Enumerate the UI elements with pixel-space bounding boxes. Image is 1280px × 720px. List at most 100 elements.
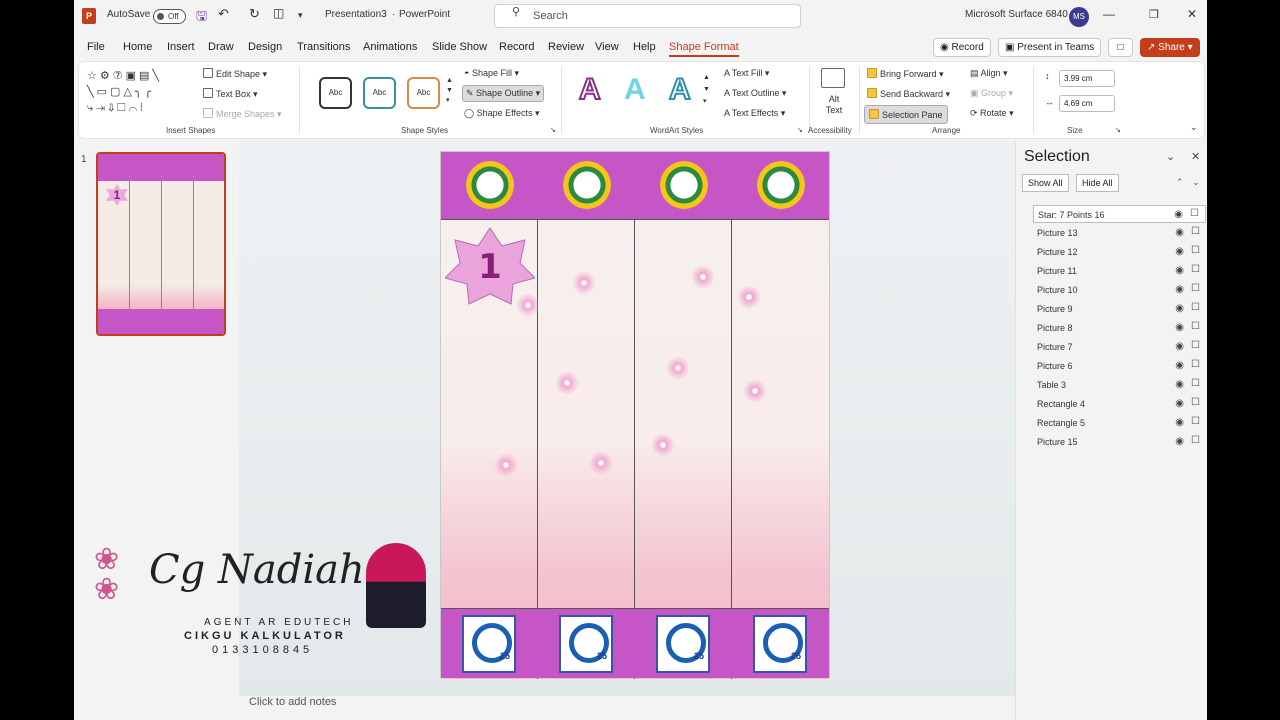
selection-item[interactable]: Picture 11 ◉ ☐	[1033, 262, 1206, 280]
unlock-icon[interactable]: ☐	[1191, 245, 1200, 256]
tab-design[interactable]: Design	[248, 41, 282, 53]
tab-shape-format[interactable]: Shape Format	[669, 41, 739, 57]
tab-home[interactable]: Home	[123, 41, 152, 53]
share-button[interactable]: ↗ Share ▾	[1140, 38, 1200, 57]
shape-outline-button[interactable]: ✎ Shape Outline ▾	[462, 85, 545, 102]
unlock-icon[interactable]: ☐	[1191, 321, 1200, 332]
slide-canvas[interactable]: 1	[440, 151, 830, 679]
autosave-toggle[interactable]: Off	[153, 9, 186, 24]
pane-options-chevron-icon[interactable]: ⌄	[1166, 150, 1175, 163]
selection-item[interactable]: Picture 13 ◉ ☐	[1033, 224, 1206, 242]
align-button[interactable]: ▤ Align ▾	[970, 68, 1008, 79]
wordart-launcher-icon[interactable]: ↘	[797, 126, 803, 134]
school-emblem-image[interactable]	[561, 157, 613, 213]
school-emblem-image[interactable]	[755, 157, 807, 213]
shape-style-1[interactable]: Abc	[319, 77, 352, 109]
unlock-icon[interactable]: ☐	[1191, 226, 1200, 237]
selection-item[interactable]: Rectangle 5 ◉ ☐	[1033, 414, 1206, 432]
undo-icon[interactable]: ↶	[218, 6, 229, 22]
alt-text-button[interactable]: Alt Text	[821, 94, 847, 116]
visibility-eye-icon[interactable]: ◉	[1175, 436, 1184, 447]
bring-forward-arrow-icon[interactable]: ⌃	[1176, 177, 1184, 188]
unlock-icon[interactable]: ☐	[1191, 416, 1200, 427]
selection-item[interactable]: Picture 8 ◉ ☐	[1033, 319, 1206, 337]
search-input[interactable]: Search	[494, 4, 801, 28]
unlock-icon[interactable]: ☐	[1190, 208, 1199, 219]
shape-fill-button[interactable]: ◓ Shape Fill ▾	[464, 68, 519, 79]
shape-width-input[interactable]: 4.69 cm	[1059, 95, 1115, 112]
tab-view[interactable]: View	[595, 41, 619, 53]
program-logo-image[interactable]	[753, 615, 807, 673]
visibility-eye-icon[interactable]: ◉	[1174, 209, 1183, 220]
unlock-icon[interactable]: ☐	[1191, 359, 1200, 370]
slide-thumbnail[interactable]: 1	[96, 152, 226, 336]
visibility-eye-icon[interactable]: ◉	[1175, 265, 1184, 276]
selection-item[interactable]: Picture 10 ◉ ☐	[1033, 281, 1206, 299]
minimize-icon[interactable]: —	[1103, 7, 1115, 21]
table-column-4[interactable]	[732, 152, 829, 679]
selection-item[interactable]: Picture 7 ◉ ☐	[1033, 338, 1206, 356]
present-in-teams-button[interactable]: ▣ Present in Teams	[998, 38, 1102, 57]
wordart-style-1[interactable]: A	[578, 73, 602, 107]
text-effects-button[interactable]: A Text Effects ▾	[724, 108, 785, 119]
hide-all-button[interactable]: Hide All	[1076, 174, 1119, 192]
edit-shape-button[interactable]: Edit Shape ▾	[203, 68, 267, 80]
unlock-icon[interactable]: ☐	[1191, 435, 1200, 446]
visibility-eye-icon[interactable]: ◉	[1175, 322, 1184, 333]
tab-review[interactable]: Review	[548, 41, 584, 53]
unlock-icon[interactable]: ☐	[1191, 340, 1200, 351]
unlock-icon[interactable]: ☐	[1191, 283, 1200, 294]
selection-item[interactable]: Picture 9 ◉ ☐	[1033, 300, 1206, 318]
shape-style-3[interactable]: Abc	[407, 77, 440, 109]
unlock-icon[interactable]: ☐	[1191, 264, 1200, 275]
merge-shapes-button[interactable]: Merge Shapes ▾	[203, 108, 282, 120]
shape-styles-scroll[interactable]: ▲ ▼ ▾	[446, 76, 453, 106]
visibility-eye-icon[interactable]: ◉	[1175, 227, 1184, 238]
collapse-ribbon-icon[interactable]: ⌄	[1190, 122, 1198, 133]
selection-item[interactable]: Picture 12 ◉ ☐	[1033, 243, 1206, 261]
wordart-style-3[interactable]: A	[668, 73, 692, 107]
selection-pane-button[interactable]: Selection Pane	[864, 105, 948, 124]
redo-icon[interactable]: ↻	[249, 6, 260, 22]
comments-button[interactable]: □	[1108, 38, 1133, 57]
tab-record[interactable]: Record	[499, 41, 534, 53]
selection-item[interactable]: Rectangle 4 ◉ ☐	[1033, 395, 1206, 413]
visibility-eye-icon[interactable]: ◉	[1175, 398, 1184, 409]
tab-draw[interactable]: Draw	[208, 41, 234, 53]
save-icon[interactable]: 🖫	[196, 7, 207, 29]
tab-file[interactable]: File	[87, 41, 105, 53]
tab-help[interactable]: Help	[633, 41, 656, 53]
visibility-eye-icon[interactable]: ◉	[1175, 379, 1184, 390]
restore-icon[interactable]: ❐	[1149, 8, 1159, 21]
text-outline-button[interactable]: A Text Outline ▾	[724, 88, 786, 99]
visibility-eye-icon[interactable]: ◉	[1175, 303, 1184, 314]
close-window-icon[interactable]: ✕	[1187, 7, 1197, 21]
shape-effects-button[interactable]: ◯ Shape Effects ▾	[464, 108, 539, 119]
tab-transitions[interactable]: Transitions	[297, 41, 350, 53]
selection-item[interactable]: Table 3 ◉ ☐	[1033, 376, 1206, 394]
wordart-scroll[interactable]: ▲ ▼ ▾	[703, 72, 710, 108]
shape-height-input[interactable]: 3.99 cm	[1059, 70, 1115, 87]
shape-style-2[interactable]: Abc	[363, 77, 396, 109]
program-logo-image[interactable]	[559, 615, 613, 673]
record-button[interactable]: ◉ Record	[933, 38, 991, 57]
visibility-eye-icon[interactable]: ◉	[1175, 417, 1184, 428]
send-backward-button[interactable]: Send Backward ▾	[867, 88, 950, 100]
unlock-icon[interactable]: ☐	[1191, 378, 1200, 389]
group-button[interactable]: ▣ Group ▾	[970, 88, 1013, 99]
school-emblem-image[interactable]	[658, 157, 710, 213]
table-column-3[interactable]	[635, 152, 732, 679]
unlock-icon[interactable]: ☐	[1191, 302, 1200, 313]
visibility-eye-icon[interactable]: ◉	[1175, 341, 1184, 352]
send-backward-arrow-icon[interactable]: ⌄	[1192, 177, 1200, 188]
customize-toolbar-icon[interactable]: ▾	[298, 10, 303, 21]
visibility-eye-icon[interactable]: ◉	[1175, 284, 1184, 295]
selection-item[interactable]: Picture 15 ◉ ☐	[1033, 433, 1206, 451]
selection-item[interactable]: Star: 7 Points 16 ◉ ☐	[1033, 205, 1206, 223]
table-column-2[interactable]	[538, 152, 635, 679]
program-logo-image[interactable]	[462, 615, 516, 673]
text-fill-button[interactable]: A Text Fill ▾	[724, 68, 769, 79]
program-logo-image[interactable]	[656, 615, 710, 673]
seven-point-star[interactable]: 1	[445, 226, 535, 306]
visibility-eye-icon[interactable]: ◉	[1175, 360, 1184, 371]
